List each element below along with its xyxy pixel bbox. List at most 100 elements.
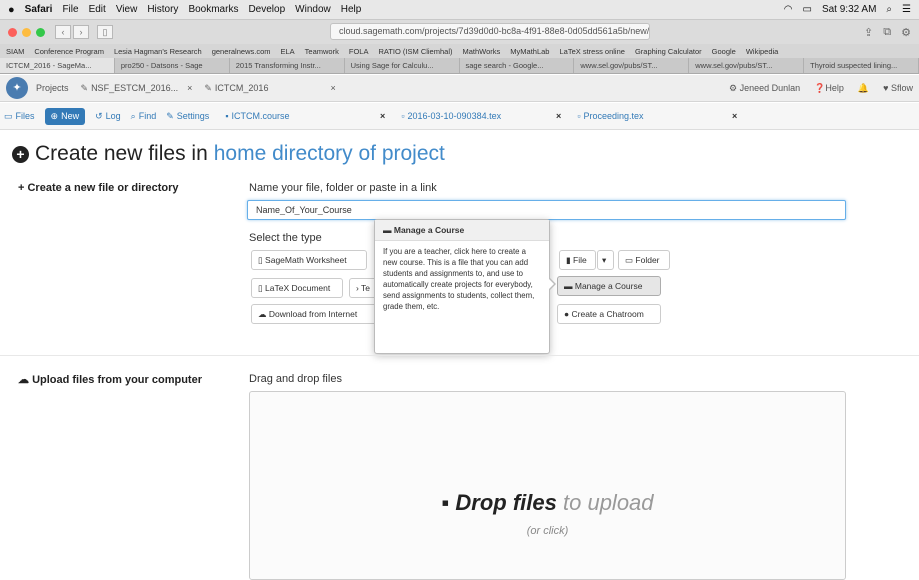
menu-history[interactable]: History bbox=[147, 4, 178, 15]
upload-section-label: Upload files from your computer bbox=[32, 374, 202, 386]
files-button[interactable]: ▭ Files bbox=[4, 111, 35, 122]
favorite-link[interactable]: FOLA bbox=[349, 47, 369, 56]
menu-view[interactable]: View bbox=[116, 4, 138, 15]
download-internet-button[interactable]: ☁ Download from Internet bbox=[251, 304, 377, 324]
share-icon[interactable]: ⇪ bbox=[864, 26, 873, 39]
edit-icon: ✎ bbox=[80, 82, 89, 93]
user-menu[interactable]: ⚙ Jeneed Dunlan bbox=[729, 83, 800, 94]
file-tab-tex[interactable]: ▫ 2016-03-10-090384.tex × bbox=[401, 111, 571, 121]
sagemath-worksheet-button[interactable]: ▯ SageMath Worksheet bbox=[251, 250, 367, 270]
close-project-tab-icon[interactable]: × bbox=[330, 83, 335, 93]
back-button[interactable]: ‹ bbox=[55, 25, 71, 39]
popover-title-text: Manage a Course bbox=[393, 225, 465, 235]
project-tab-ictcm[interactable]: ✎ ICTCM_2016 bbox=[204, 83, 268, 94]
menu-file[interactable]: File bbox=[62, 4, 78, 15]
button-label: Folder bbox=[635, 255, 660, 265]
account-link[interactable]: ♥ Sflow bbox=[883, 83, 913, 93]
favorite-link[interactable]: Google bbox=[712, 47, 736, 56]
file-dropzone[interactable]: ▪ Drop files to upload (or click) bbox=[249, 391, 846, 580]
favorite-link[interactable]: Graphing Calculator bbox=[635, 47, 702, 56]
notification-icon[interactable]: ☰ bbox=[902, 4, 911, 15]
address-bar[interactable]: cloud.sagemath.com/projects/7d39d0d0-bc8… bbox=[330, 23, 650, 40]
clock[interactable]: Sat 9:32 AM bbox=[822, 4, 876, 15]
forward-button[interactable]: › bbox=[73, 25, 89, 39]
favorite-link[interactable]: SIAM bbox=[6, 47, 24, 56]
browser-tab[interactable]: www.sel.gov/pubs/ST... bbox=[689, 58, 805, 73]
project-tab-nsf[interactable]: ✎ NSF_ESTCM_2016... × bbox=[81, 83, 193, 94]
settings-button[interactable]: ✎ Settings bbox=[166, 111, 209, 122]
browser-tab[interactable]: 2015 Transforming Instr... bbox=[230, 58, 345, 73]
spotlight-icon[interactable]: ⌕ bbox=[886, 4, 892, 15]
filename-input[interactable] bbox=[247, 200, 846, 220]
log-button[interactable]: ↺ Log bbox=[95, 111, 121, 122]
file-type-dropdown[interactable]: ▾ bbox=[597, 250, 614, 270]
app-menu[interactable]: Safari bbox=[25, 4, 53, 15]
browser-tab[interactable]: Using Sage for Calculu... bbox=[345, 58, 460, 73]
settings-gear-icon[interactable]: ⚙ bbox=[901, 26, 911, 39]
browser-tab[interactable]: www.sel.gov/pubs/ST... bbox=[574, 58, 690, 73]
new-button[interactable]: ⊕ New bbox=[44, 107, 86, 125]
close-icon[interactable]: × bbox=[556, 111, 561, 121]
create-chatroom-button[interactable]: ● Create a Chatroom bbox=[557, 304, 661, 324]
notifications-bell-icon[interactable]: 🔔 bbox=[858, 83, 869, 94]
find-button[interactable]: ⌕ Find bbox=[131, 111, 157, 122]
find-label: Find bbox=[138, 111, 157, 121]
cloud-icon: ☁ bbox=[258, 309, 269, 319]
projects-link[interactable]: Projects bbox=[36, 83, 69, 93]
minimize-window-icon[interactable] bbox=[22, 27, 31, 37]
favorite-link[interactable]: Wikipedia bbox=[746, 47, 779, 56]
favorite-link[interactable]: MyMathLab bbox=[510, 47, 549, 56]
menu-help[interactable]: Help bbox=[341, 4, 362, 15]
file-tab-proceeding[interactable]: ▫ Proceeding.tex × bbox=[577, 111, 747, 121]
favorite-link[interactable]: Conference Program bbox=[34, 47, 104, 56]
file-tab-course[interactable]: ▪ ICTCM.course × bbox=[225, 111, 395, 121]
manage-course-button[interactable]: ▬ Manage a Course bbox=[557, 276, 661, 296]
popover-arrow bbox=[548, 277, 556, 291]
close-icon[interactable]: × bbox=[732, 111, 737, 121]
menu-edit[interactable]: Edit bbox=[89, 4, 106, 15]
apple-icon[interactable]: ● bbox=[8, 4, 15, 16]
tabs-overview-icon[interactable]: ⧉ bbox=[883, 26, 891, 39]
sidebar-toggle-icon[interactable]: ▯ bbox=[97, 25, 113, 39]
button-label: Te bbox=[361, 283, 371, 293]
close-icon[interactable]: × bbox=[187, 83, 192, 93]
favorite-link[interactable]: Lesia Hagman's Research bbox=[114, 47, 202, 56]
new-folder-button[interactable]: ▭ Folder bbox=[618, 250, 670, 270]
latex-document-button[interactable]: ▯ LaTeX Document bbox=[251, 278, 343, 298]
manage-course-popover: ▬ Manage a Course If you are a teacher, … bbox=[374, 219, 556, 354]
menu-window[interactable]: Window bbox=[295, 4, 331, 15]
user-name: Jeneed Dunlan bbox=[739, 82, 801, 93]
file-icon: ▯ bbox=[258, 255, 266, 265]
favorite-link[interactable]: LaTeX stress online bbox=[559, 47, 624, 56]
account-label: Sflow bbox=[890, 83, 913, 93]
favorite-link[interactable]: Teamwork bbox=[305, 47, 339, 56]
favorite-link[interactable]: ELA bbox=[280, 47, 294, 56]
wifi-icon[interactable]: ◠ bbox=[784, 4, 793, 15]
favorite-link[interactable]: MathWorks bbox=[463, 47, 501, 56]
favorite-link[interactable]: RATIO (ISM Cliemhal) bbox=[378, 47, 452, 56]
graduation-cap-icon: ▬ bbox=[383, 225, 394, 235]
window-controls bbox=[8, 27, 45, 37]
battery-icon[interactable]: ▭ bbox=[802, 4, 811, 15]
topnav-right: ⚙ Jeneed Dunlan ❓Help 🔔 ♥ Sflow bbox=[729, 83, 913, 94]
browser-tab[interactable]: pro250 - Datsons - Sage bbox=[115, 58, 230, 73]
close-icon[interactable]: × bbox=[380, 111, 385, 121]
browser-tab[interactable]: sage search - Google... bbox=[460, 58, 575, 73]
project-tab-label: ICTCM_2016 bbox=[214, 83, 269, 93]
macos-menubar: ● Safari File Edit View History Bookmark… bbox=[0, 0, 919, 20]
browser-tab[interactable]: Thyroid suspected lining... bbox=[804, 58, 919, 73]
new-file-button[interactable]: ▮ File bbox=[559, 250, 596, 270]
browser-tab[interactable]: ICTCM_2016 - SageMa... bbox=[0, 58, 115, 73]
menu-bookmarks[interactable]: Bookmarks bbox=[188, 4, 238, 15]
zoom-window-icon[interactable] bbox=[36, 27, 45, 37]
project-home-link[interactable]: home directory of project bbox=[214, 142, 445, 166]
graduation-cap-icon: ▬ bbox=[564, 281, 575, 291]
sagemath-logo-icon[interactable]: ✦ bbox=[6, 77, 28, 99]
help-link[interactable]: ❓Help bbox=[814, 83, 844, 94]
menu-develop[interactable]: Develop bbox=[248, 4, 285, 15]
new-label: New bbox=[61, 111, 80, 121]
close-window-icon[interactable] bbox=[8, 27, 17, 37]
log-label: Log bbox=[105, 111, 121, 121]
favorite-link[interactable]: generalnews.com bbox=[212, 47, 271, 56]
edit-icon: ✎ bbox=[204, 82, 212, 93]
